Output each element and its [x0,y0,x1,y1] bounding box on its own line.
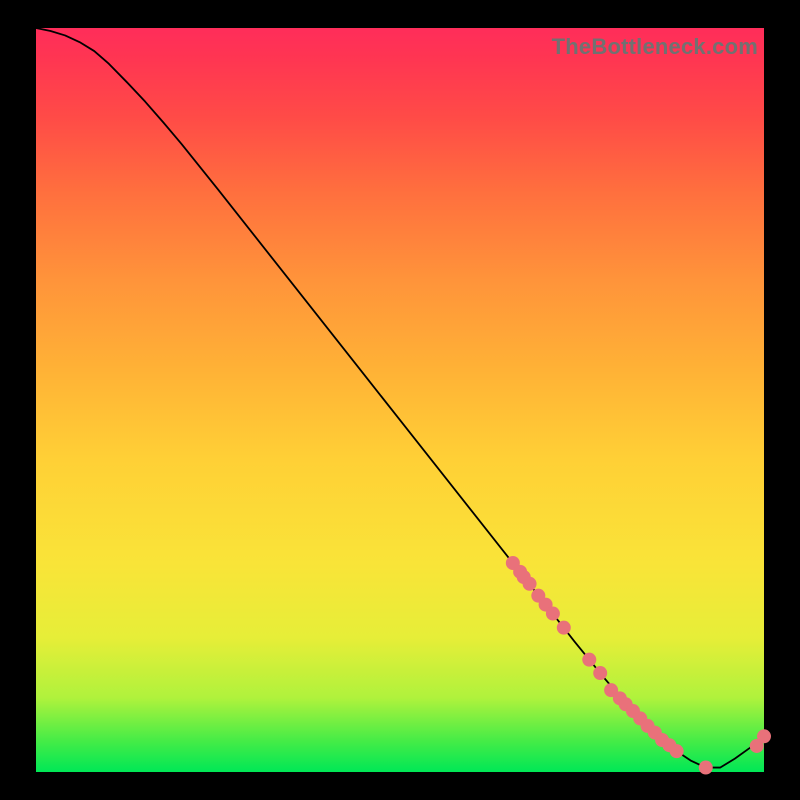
data-point [546,607,560,621]
data-point [582,653,596,667]
data-point [670,744,684,758]
data-point [757,729,771,743]
chart-stage: TheBottleneck.com [0,0,800,800]
data-point [593,666,607,680]
chart-points [506,556,771,775]
plot-area: TheBottleneck.com [36,28,764,772]
chart-svg [36,28,764,772]
chart-curve [36,28,764,768]
data-point [523,577,537,591]
data-point [557,621,571,635]
data-point [699,761,713,775]
